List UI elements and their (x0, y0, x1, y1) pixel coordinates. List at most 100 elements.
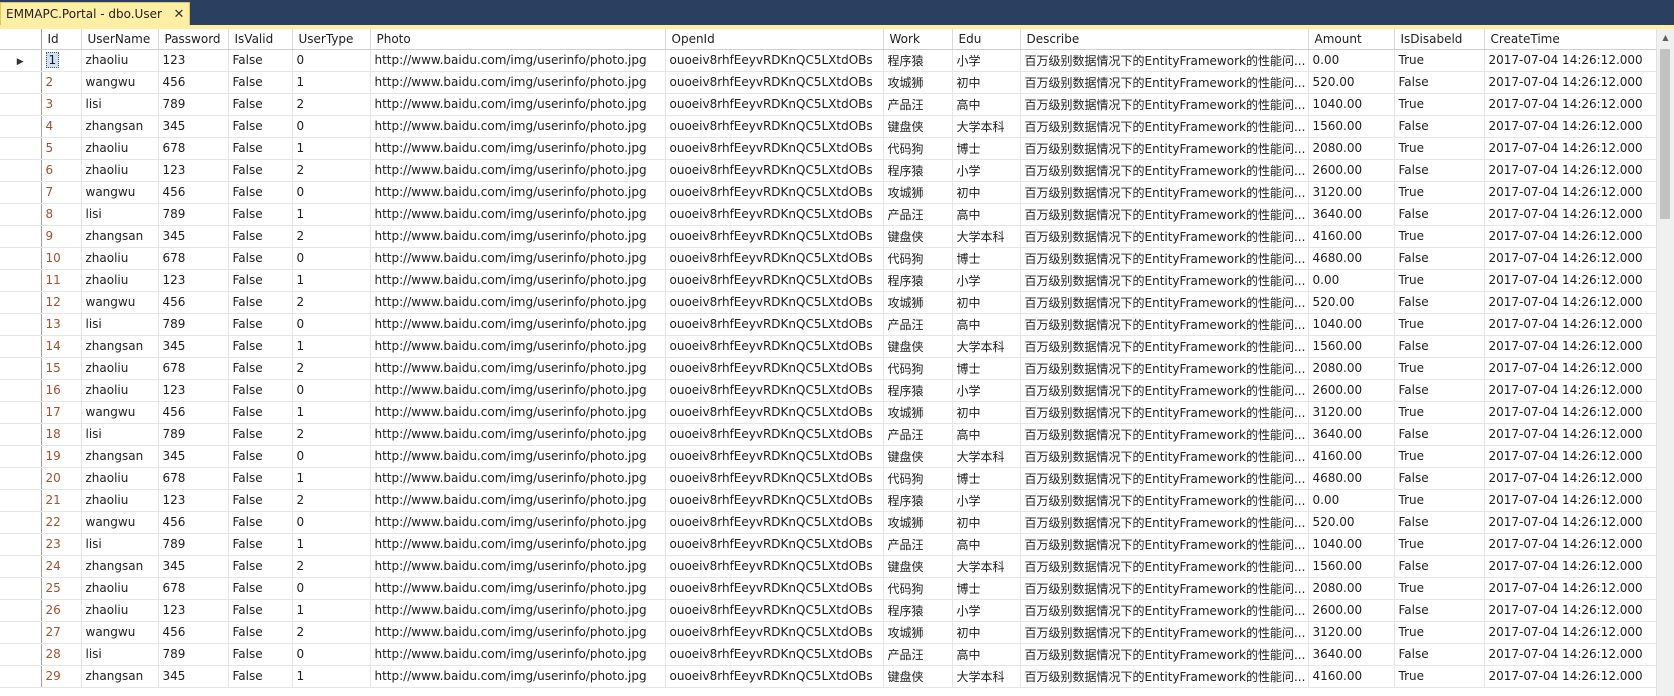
cell-username[interactable]: lisi (81, 93, 159, 116)
cell-usertype[interactable]: 0 (292, 49, 371, 72)
cell-work[interactable]: 产品汪 (883, 93, 953, 116)
cell-amount[interactable]: 3120.00 (1308, 401, 1395, 424)
cell-usertype[interactable]: 1 (292, 71, 371, 94)
cell-isvalid[interactable]: False (228, 665, 293, 688)
cell-isvalid[interactable]: False (228, 467, 293, 490)
table-row[interactable]: 27 wangwu 456 False 2 http://www.baidu.com/im… (0, 621, 1656, 644)
cell-isdisabeld[interactable]: True (1394, 93, 1485, 116)
cell-work[interactable]: 攻城狮 (883, 71, 953, 94)
cell-amount[interactable]: 0.00 (1308, 489, 1395, 512)
cell-work[interactable]: 程序猿 (883, 269, 953, 292)
cell-id[interactable]: 21 (41, 489, 82, 512)
cell-username[interactable]: zhangsan (81, 445, 159, 468)
cell-amount[interactable]: 3120.00 (1308, 181, 1395, 204)
row-selector[interactable] (0, 225, 42, 248)
cell-username[interactable]: zhaoliu (81, 599, 159, 622)
cell-openid[interactable]: ouoeiv8rhfEeyvRDKnQC5LXtdOBs (665, 423, 884, 446)
scroll-thumb[interactable] (1660, 49, 1670, 219)
cell-openid[interactable]: ouoeiv8rhfEeyvRDKnQC5LXtdOBs (665, 269, 884, 292)
cell-isvalid[interactable]: False (228, 643, 293, 666)
cell-describe[interactable]: 百万级别数据情况下的EntityFramework的性能问... (1020, 313, 1309, 336)
cell-usertype[interactable]: 0 (292, 379, 371, 402)
cell-describe[interactable]: 百万级别数据情况下的EntityFramework的性能问... (1020, 115, 1309, 138)
cell-createtime[interactable]: 2017-07-04 14:26:12.000 (1484, 247, 1656, 270)
cell-photo[interactable]: http://www.baidu.com/img/userinfo/photo.… (370, 621, 666, 644)
cell-password[interactable]: 789 (158, 203, 229, 226)
cell-work[interactable]: 代码狗 (883, 247, 953, 270)
column-header-password[interactable]: Password (158, 29, 229, 50)
cell-createtime[interactable]: 2017-07-04 14:26:12.000 (1484, 225, 1656, 248)
cell-id[interactable]: 11 (41, 269, 82, 292)
cell-username[interactable]: wangwu (81, 181, 159, 204)
cell-password[interactable]: 789 (158, 423, 229, 446)
cell-username[interactable]: wangwu (81, 401, 159, 424)
cell-isdisabeld[interactable]: True (1394, 621, 1485, 644)
cell-edu[interactable]: 小学 (952, 489, 1021, 512)
cell-edu[interactable]: 大学本科 (952, 225, 1021, 248)
cell-id[interactable]: 13 (41, 313, 82, 336)
cell-describe[interactable]: 百万级别数据情况下的EntityFramework的性能问... (1020, 665, 1309, 688)
table-row[interactable]: 14 zhangsan 345 False 1 http://www.baidu.com/… (0, 335, 1656, 358)
cell-isvalid[interactable]: False (228, 533, 293, 556)
cell-password[interactable]: 456 (158, 621, 229, 644)
cell-edu[interactable]: 初中 (952, 401, 1021, 424)
cell-photo[interactable]: http://www.baidu.com/img/userinfo/photo.… (370, 665, 666, 688)
cell-openid[interactable]: ouoeiv8rhfEeyvRDKnQC5LXtdOBs (665, 379, 884, 402)
cell-describe[interactable]: 百万级别数据情况下的EntityFramework的性能问... (1020, 159, 1309, 182)
cell-isdisabeld[interactable]: True (1394, 225, 1485, 248)
cell-isvalid[interactable]: False (228, 621, 293, 644)
row-selector[interactable] (0, 313, 42, 336)
cell-amount[interactable]: 3640.00 (1308, 643, 1395, 666)
cell-createtime[interactable]: 2017-07-04 14:26:12.000 (1484, 533, 1656, 556)
cell-photo[interactable]: http://www.baidu.com/img/userinfo/photo.… (370, 643, 666, 666)
cell-isvalid[interactable]: False (228, 379, 293, 402)
scroll-up-icon[interactable]: ▲ (1657, 29, 1674, 46)
cell-openid[interactable]: ouoeiv8rhfEeyvRDKnQC5LXtdOBs (665, 137, 884, 160)
cell-describe[interactable]: 百万级别数据情况下的EntityFramework的性能问... (1020, 247, 1309, 270)
cell-createtime[interactable]: 2017-07-04 14:26:12.000 (1484, 203, 1656, 226)
cell-photo[interactable]: http://www.baidu.com/img/userinfo/photo.… (370, 533, 666, 556)
cell-photo[interactable]: http://www.baidu.com/img/userinfo/photo.… (370, 291, 666, 314)
cell-amount[interactable]: 1560.00 (1308, 115, 1395, 138)
table-row[interactable]: 18 lisi 789 False 2 http://www.baidu.com/img/… (0, 423, 1656, 446)
column-header-amount[interactable]: Amount (1308, 29, 1395, 50)
cell-photo[interactable]: http://www.baidu.com/img/userinfo/photo.… (370, 225, 666, 248)
cell-edu[interactable]: 高中 (952, 423, 1021, 446)
results-grid[interactable]: Id UserName Password IsValid UserType Photo Op… (0, 29, 1656, 696)
row-selector[interactable] (0, 555, 42, 578)
cell-createtime[interactable]: 2017-07-04 14:26:12.000 (1484, 137, 1656, 160)
row-selector[interactable]: ▶ (0, 49, 42, 72)
cell-edu[interactable]: 大学本科 (952, 335, 1021, 358)
cell-usertype[interactable]: 1 (292, 401, 371, 424)
table-row[interactable]: 17 wangwu 456 False 1 http://www.baidu.com/im… (0, 401, 1656, 424)
cell-id[interactable]: 2 (41, 71, 82, 94)
row-selector[interactable] (0, 621, 42, 644)
cell-work[interactable]: 键盘侠 (883, 115, 953, 138)
row-selector[interactable] (0, 71, 42, 94)
cell-username[interactable]: zhaoliu (81, 489, 159, 512)
row-selector[interactable] (0, 511, 42, 534)
cell-photo[interactable]: http://www.baidu.com/img/userinfo/photo.… (370, 423, 666, 446)
cell-describe[interactable]: 百万级别数据情况下的EntityFramework的性能问... (1020, 511, 1309, 534)
cell-password[interactable]: 345 (158, 665, 229, 688)
column-header-isdisabeld[interactable]: IsDisabeld (1394, 29, 1485, 50)
cell-openid[interactable]: ouoeiv8rhfEeyvRDKnQC5LXtdOBs (665, 467, 884, 490)
cell-amount[interactable]: 520.00 (1308, 511, 1395, 534)
table-row[interactable]: ▶ 1 zhaoliu 123 False 0 http://www.baidu.com/i… (0, 49, 1656, 72)
cell-isdisabeld[interactable]: False (1394, 247, 1485, 270)
cell-work[interactable]: 攻城狮 (883, 291, 953, 314)
cell-edu[interactable]: 小学 (952, 379, 1021, 402)
cell-edu[interactable]: 大学本科 (952, 555, 1021, 578)
cell-password[interactable]: 456 (158, 511, 229, 534)
cell-usertype[interactable]: 1 (292, 533, 371, 556)
cell-amount[interactable]: 520.00 (1308, 71, 1395, 94)
row-selector[interactable] (0, 379, 42, 402)
cell-createtime[interactable]: 2017-07-04 14:26:12.000 (1484, 335, 1656, 358)
cell-work[interactable]: 代码狗 (883, 467, 953, 490)
close-icon[interactable]: ✕ (172, 7, 186, 22)
cell-openid[interactable]: ouoeiv8rhfEeyvRDKnQC5LXtdOBs (665, 621, 884, 644)
cell-username[interactable]: zhaoliu (81, 577, 159, 600)
cell-amount[interactable]: 1040.00 (1308, 93, 1395, 116)
cell-usertype[interactable]: 2 (292, 423, 371, 446)
cell-isdisabeld[interactable]: False (1394, 555, 1485, 578)
